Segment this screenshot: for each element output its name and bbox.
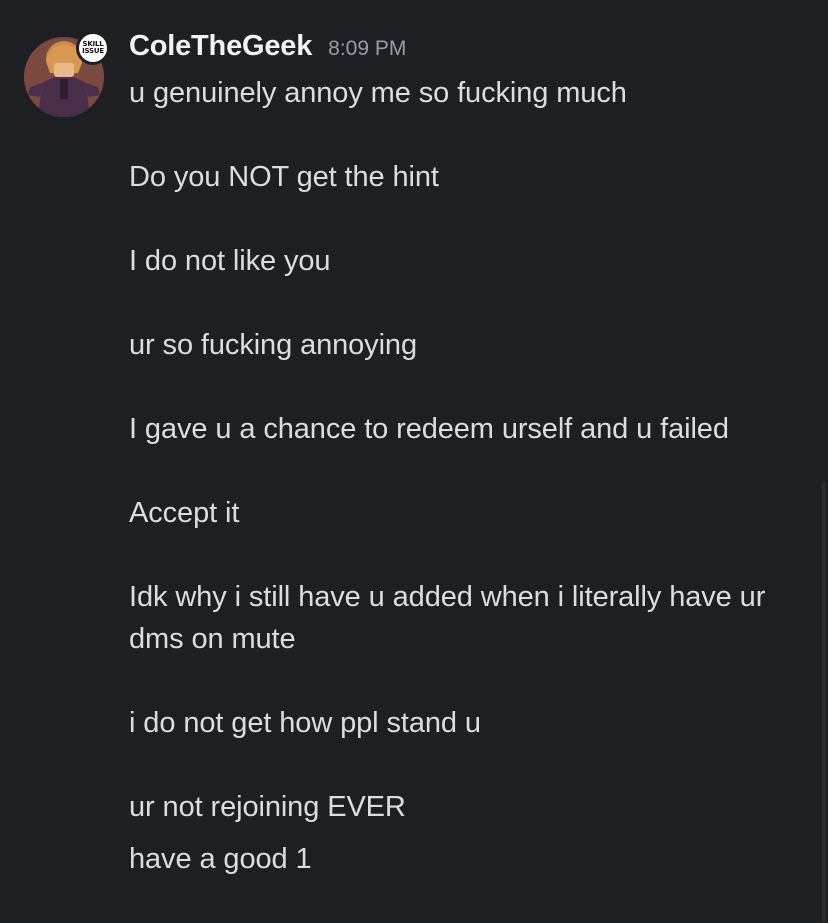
- chat-window: SKILL ISSUE ColeTheGeek 8:09 PM u genuin…: [0, 0, 828, 923]
- message-timestamp[interactable]: 8:09 PM: [328, 37, 406, 61]
- avatar-container[interactable]: SKILL ISSUE: [24, 31, 110, 117]
- message-line: have a good 1: [129, 843, 312, 875]
- badge-line-2: ISSUE: [82, 47, 104, 55]
- message-line: Do you NOT get the hint: [129, 161, 439, 193]
- message-line: ur so fucking annoying: [129, 329, 417, 361]
- message-line: Idk why i still have u added when i lite…: [129, 581, 766, 613]
- message-line: u genuinely annoy me so fucking much: [129, 77, 627, 109]
- message-line: I do not like you: [129, 245, 331, 277]
- message-line: ur not rejoining EVER: [129, 791, 406, 823]
- message-line: i do not get how ppl stand u: [129, 707, 481, 739]
- message-line: I gave u a chance to redeem urself and u…: [129, 413, 729, 445]
- scrollbar[interactable]: [822, 482, 826, 922]
- skill-issue-badge-icon: SKILL ISSUE: [76, 31, 110, 65]
- message-line: dms on mute: [129, 623, 296, 655]
- author-username[interactable]: ColeTheGeek: [129, 30, 312, 63]
- message-line: Accept it: [129, 497, 240, 529]
- message-header: ColeTheGeek 8:09 PM: [129, 30, 406, 70]
